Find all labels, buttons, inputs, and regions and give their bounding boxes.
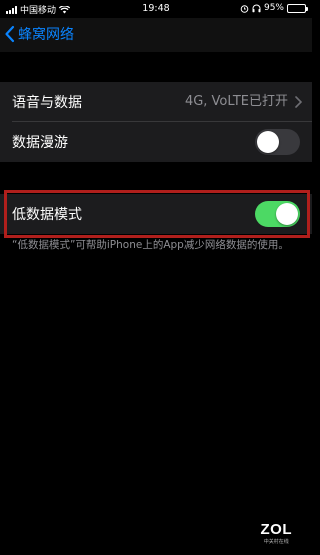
headphones-icon — [252, 4, 261, 12]
voice-data-value: 4G, VoLTE已打开 — [184, 94, 288, 109]
watermark-logo: ZOL — [260, 521, 292, 538]
data-roaming-label: 数据漫游 — [12, 135, 68, 151]
chevron-left-icon — [5, 25, 15, 43]
navigation-bar: 蜂窝网络 — [0, 18, 312, 52]
watermark-subtitle: 中关村在线 — [263, 539, 289, 545]
battery-icon — [287, 3, 308, 13]
data-roaming-row: 数据漫游 — [0, 122, 312, 162]
status-right: 95% — [240, 3, 308, 13]
toggle-knob — [257, 131, 279, 153]
voice-data-row[interactable]: 语音与数据 4G, VoLTE已打开 — [0, 82, 312, 122]
voice-data-label: 语音与数据 — [12, 95, 82, 111]
battery-percent: 95% — [263, 3, 284, 13]
back-button[interactable]: 蜂窝网络 — [4, 24, 74, 44]
highlight-box — [4, 190, 310, 238]
data-roaming-toggle[interactable] — [255, 129, 300, 155]
cellular-settings-group: 语音与数据 4G, VoLTE已打开 数据漫游 — [0, 82, 312, 162]
low-data-mode-description: “低数据模式”可帮助iPhone上的App减少网络数据的使用。 — [12, 239, 289, 251]
zol-watermark: ZOL 中关村在线 — [261, 521, 293, 545]
status-bar: 中国移动 19:48 95% — [0, 0, 312, 16]
alarm-icon — [240, 4, 249, 13]
chevron-right-icon — [295, 96, 302, 108]
back-label: 蜂窝网络 — [18, 27, 74, 43]
